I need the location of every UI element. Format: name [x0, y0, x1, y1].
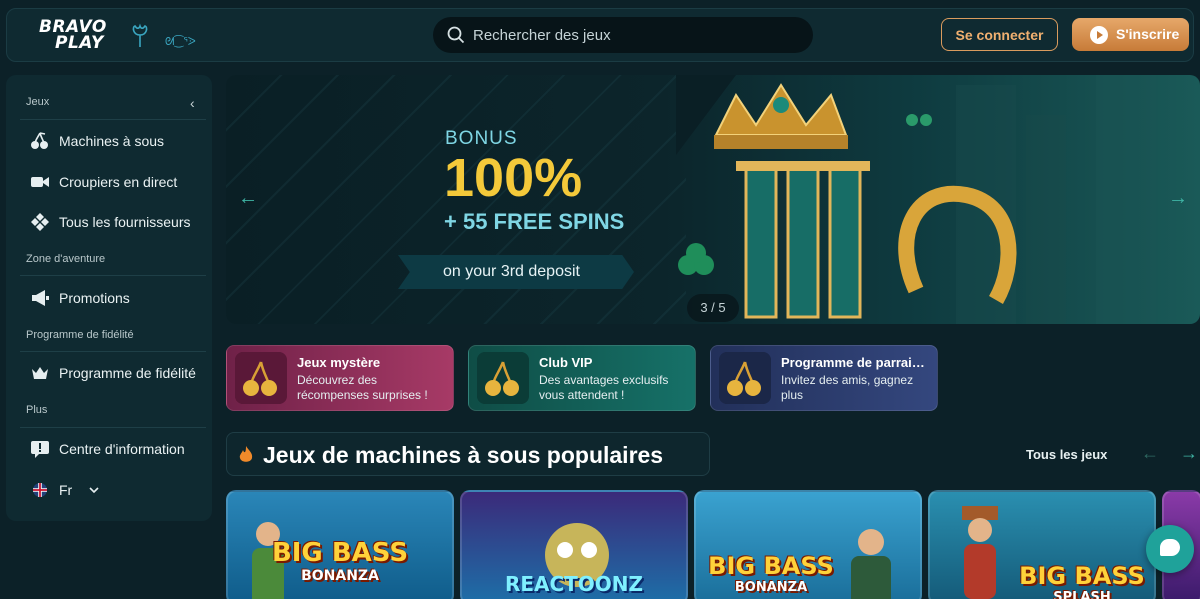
logo-line2: PLAY: [55, 33, 104, 53]
promo-card-vip-club[interactable]: Club VIP Des avantages exclusifs vous at…: [468, 345, 696, 411]
banner-crown-horseshoe-illustration: [676, 75, 1156, 324]
divider: [20, 119, 206, 120]
golden-cherries-icon: [719, 352, 771, 404]
arrow-right-icon[interactable]: →: [1180, 443, 1198, 464]
sidebar-item-providers[interactable]: Tous les fournisseurs: [20, 205, 206, 239]
banner-deposit-ribbon: on your 3rd deposit: [398, 255, 634, 289]
top-header: BRAVO PLAY ᘛ⁐ᕐᐷ Se connecter S'inscrire: [6, 8, 1194, 62]
sidebar: ‹ Jeux Machines à sous Croupiers en dire…: [6, 75, 212, 521]
chevron-down-icon: [89, 487, 99, 494]
fire-icon: [239, 446, 253, 462]
sidebar-item-label: Croupiers en direct: [59, 174, 178, 190]
promo-desc: Invitez des amis, gagnez plus: [781, 373, 914, 402]
game-tile-reactoonz[interactable]: REACTOONZ: [460, 490, 688, 599]
search-bar[interactable]: [433, 17, 813, 53]
divider: [20, 427, 206, 428]
cherries-icon: [31, 132, 48, 149]
arrow-left-icon[interactable]: ←: [238, 187, 258, 210]
sidebar-item-info-center[interactable]: Centre d'information: [20, 432, 206, 466]
register-button[interactable]: S'inscrire: [1072, 18, 1189, 51]
sidebar-item-promotions[interactable]: Promotions: [20, 281, 206, 315]
game-tile-big-bass-bonanza-2[interactable]: BIG BASS BONANZA: [694, 490, 922, 599]
sidebar-item-loyalty[interactable]: Programme de fidélité: [20, 356, 206, 390]
arrow-right-icon[interactable]: →: [1168, 187, 1188, 210]
sidebar-item-slots[interactable]: Machines à sous: [20, 124, 206, 158]
banner-percent: 100%: [444, 148, 583, 208]
sidebar-item-label: Programme de fidélité: [59, 365, 196, 381]
arrow-left-icon[interactable]: ←: [1141, 443, 1159, 464]
golden-cherries-icon: [235, 352, 287, 404]
promo-card-mystery[interactable]: Jeux mystère Découvrez des récompenses s…: [226, 345, 454, 411]
game-subtitle: BONANZA: [734, 580, 808, 595]
promo-title: Jeux mystère: [297, 355, 381, 370]
game-title: BIG BASS: [271, 538, 409, 568]
divider: [20, 275, 206, 276]
megaphone-icon: [32, 290, 49, 306]
golden-cherries-icon: [477, 352, 529, 404]
play-icon: [1090, 26, 1108, 44]
sidebar-item-label: Promotions: [59, 290, 130, 306]
crown-icon: [32, 367, 48, 379]
game-tile-big-bass-splash[interactable]: BIG BASS SPLASH: [928, 490, 1156, 599]
section-label-games: Jeux: [26, 96, 50, 108]
uk-flag-icon: [33, 483, 47, 497]
login-button[interactable]: Se connecter: [941, 18, 1058, 51]
promo-desc: Des avantages exclusifs vous attendent !: [539, 373, 669, 402]
game-title: REACTOONZ: [504, 572, 644, 596]
divider: [20, 351, 206, 352]
all-games-link[interactable]: Tous les jeux: [1026, 447, 1107, 462]
bravoplay-logo[interactable]: BRAVO PLAY: [35, 17, 165, 57]
language-selector[interactable]: Fr: [20, 473, 206, 507]
section-label-loyalty: Programme de fidélité: [26, 329, 134, 341]
promo-title: Club VIP: [539, 355, 593, 370]
sidebar-item-label: Centre d'information: [59, 441, 185, 457]
game-subtitle: BONANZA: [301, 568, 379, 584]
language-label: Fr: [59, 482, 73, 498]
game-title: BIG BASS: [708, 552, 834, 580]
sidebar-item-label: Machines à sous: [59, 133, 165, 149]
register-label: S'inscrire: [1116, 26, 1180, 42]
info-bubble-icon: [31, 441, 49, 458]
video-camera-icon: [31, 177, 49, 187]
promo-title: Programme de parrainage: [781, 355, 931, 370]
banner-free-spins: + 55 FREE SPINS: [444, 209, 625, 234]
game-subtitle: SPLASH: [1053, 590, 1111, 599]
banner-deposit-text: on your 3rd deposit: [443, 263, 580, 280]
game-title: BIG BASS: [1019, 562, 1145, 590]
search-icon: [447, 26, 465, 44]
chat-support-button[interactable]: [1146, 525, 1194, 573]
section-title: Jeux de machines à sous populaires: [263, 442, 664, 468]
fisherman-character-icon: [851, 529, 891, 599]
section-label-more: Plus: [26, 404, 48, 416]
hero-banner[interactable]: ← BONUS 100% + 55 FREE SPINS on your 3rd…: [226, 75, 1200, 324]
search-input[interactable]: [473, 17, 793, 53]
sidebar-item-label: Tous les fournisseurs: [59, 214, 191, 230]
promo-desc: Découvrez des récompenses surprises !: [297, 373, 428, 402]
diamonds-icon: [31, 213, 49, 231]
tulip-icon: [132, 23, 148, 47]
game-tile-big-bass-bonanza[interactable]: BIG BASS BONANZA: [226, 490, 454, 599]
collapse-chevron-icon[interactable]: ‹: [190, 95, 195, 111]
banner-pagination: 3 / 5: [687, 294, 739, 322]
sidebar-item-live-dealers[interactable]: Croupiers en direct: [20, 165, 206, 199]
promo-card-referral[interactable]: Programme de parrainage Invitez des amis…: [710, 345, 938, 411]
butterfly-icon: ᘛ⁐ᕐᐷ: [165, 36, 196, 48]
popular-slots-header: Jeux de machines à sous populaires: [226, 432, 710, 476]
section-label-adventure: Zone d'aventure: [26, 253, 106, 265]
